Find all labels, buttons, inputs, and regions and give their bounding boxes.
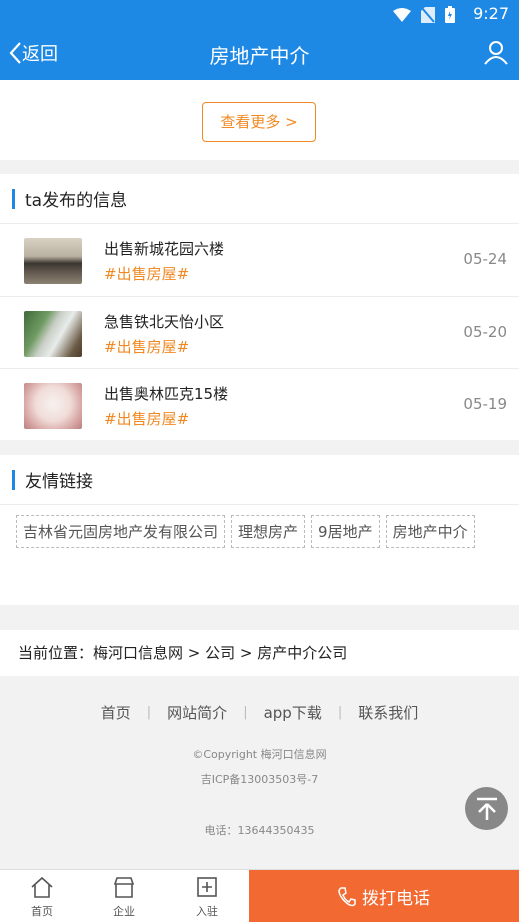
post-tag[interactable]: #出售房屋#: [104, 336, 189, 357]
call-label: 拨打电话: [362, 889, 430, 909]
section-accent-bar: [12, 469, 15, 490]
post-item[interactable]: 急售铁北天怡小区 #出售房屋# 05-20: [0, 297, 519, 369]
post-thumbnail: [24, 238, 82, 284]
view-more-button[interactable]: 查看更多 >: [202, 102, 316, 142]
arrow-up-icon: [476, 797, 497, 820]
divider: |: [146, 705, 152, 720]
friend-links-heading: 友情链接: [25, 472, 93, 492]
post-item[interactable]: 出售奥林匹克15楼 #出售房屋# 05-19: [0, 369, 519, 442]
status-bar: 9:27: [0, 0, 519, 28]
tab-enterprise-label: 企业: [113, 905, 135, 918]
add-box-icon: [197, 877, 217, 897]
post-date: 05-19: [463, 395, 507, 413]
friend-link[interactable]: 理想房产: [231, 515, 306, 548]
footer-link-contact[interactable]: 联系我们: [358, 702, 418, 723]
footer-nav: 首页 | 网站简介 | app下载 | 联系我们: [0, 702, 519, 723]
status-time: 9:27: [473, 4, 509, 23]
tab-home[interactable]: 首页: [12, 876, 72, 919]
tab-join[interactable]: 入驻: [177, 876, 237, 919]
footer-phone: 电话：13644350435: [204, 824, 315, 837]
posts-heading: ta发布的信息: [25, 191, 128, 211]
footer-icp: 吉ICP备13003503号-7: [200, 773, 319, 786]
home-icon: [31, 876, 53, 898]
section-accent-bar: [12, 188, 15, 209]
footer-link-app[interactable]: app下载: [264, 702, 322, 723]
battery-icon: [445, 6, 455, 23]
footer-link-home[interactable]: 首页: [101, 702, 131, 723]
status-icons: [393, 6, 455, 23]
store-icon: [113, 877, 135, 898]
post-date: 05-24: [463, 250, 507, 268]
back-to-top-button[interactable]: [465, 787, 508, 830]
call-button[interactable]: 拨打电话: [249, 870, 519, 922]
post-title: 出售新城花园六楼: [104, 240, 225, 258]
post-date: 05-20: [463, 322, 507, 341]
post-tag[interactable]: #出售房屋#: [104, 408, 189, 429]
breadcrumb: 当前位置：梅河口信息网 > 公司 > 房产中介公司: [0, 630, 519, 676]
friend-links-header: 友情链接: [0, 455, 519, 505]
post-item[interactable]: 出售新城花园六楼 #出售房屋# 05-24: [0, 224, 519, 297]
user-icon: [484, 41, 508, 65]
footer-copyright: ©Copyright 梅河口信息网: [192, 748, 327, 761]
view-more-section: 查看更多 >: [0, 80, 519, 160]
app-header: 返回 房地产中介: [0, 28, 519, 80]
page-title: 房地产中介: [209, 44, 310, 68]
friend-links-section: 友情链接 吉林省元固房地产发有限公司 理想房产 9居地产 房地产中介: [0, 455, 519, 605]
divider: |: [243, 705, 248, 720]
post-title: 出售奥林匹克15楼: [104, 385, 229, 403]
post-title: 急售铁北天怡小区: [104, 312, 225, 331]
tab-enterprise[interactable]: 企业: [94, 876, 154, 919]
no-sim-icon: [421, 6, 435, 23]
phone-icon: [338, 886, 356, 906]
friend-link[interactable]: 吉林省元固房地产发有限公司: [16, 515, 226, 548]
posts-section: ta发布的信息 出售新城花园六楼 #出售房屋# 05-24 急售铁北天怡小区 #…: [0, 174, 519, 440]
divider: |: [337, 705, 343, 720]
footer-link-about[interactable]: 网站简介: [167, 702, 227, 723]
wifi-icon: [393, 7, 411, 22]
site-footer: 首页 | 网站简介 | app下载 | 联系我们 ©Copyright 梅河口信…: [0, 676, 519, 869]
bottom-nav: 首页 企业 入驻 拨打电话: [0, 869, 519, 922]
tab-home-label: 首页: [31, 905, 53, 918]
post-thumbnail: [24, 383, 82, 429]
friend-links-list: 吉林省元固房地产发有限公司 理想房产 9居地产 房地产中介: [0, 505, 519, 558]
post-thumbnail: [24, 310, 82, 357]
user-button[interactable]: [483, 39, 509, 69]
friend-link[interactable]: 9居地产: [311, 515, 380, 548]
tab-join-label: 入驻: [196, 905, 218, 918]
posts-header: ta发布的信息: [0, 174, 519, 224]
friend-link[interactable]: 房地产中介: [385, 515, 475, 548]
post-tag[interactable]: #出售房屋#: [104, 263, 189, 284]
